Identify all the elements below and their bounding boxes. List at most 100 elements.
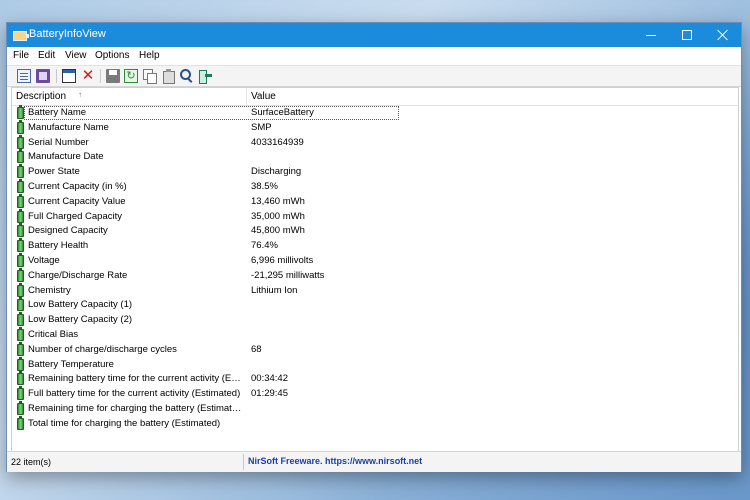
- toolbar-separator: [56, 69, 57, 83]
- list-item[interactable]: Low Battery Capacity (2): [12, 312, 738, 328]
- list-item[interactable]: Remaining time for charging the battery …: [12, 400, 738, 417]
- column-header-value[interactable]: Value: [251, 91, 276, 102]
- value-cell: 00:34:42: [251, 373, 288, 385]
- menu-options[interactable]: Options: [95, 50, 129, 61]
- html-report-icon[interactable]: [36, 69, 50, 83]
- list-item[interactable]: Current Capacity Value 13,460 mWh: [12, 193, 738, 210]
- list-item[interactable]: Manufacture Date: [12, 149, 738, 165]
- list-item[interactable]: Designed Capacity 45,800 mWh: [12, 223, 738, 239]
- status-bar: 22 item(s) NirSoft Freeware. https://www…: [7, 451, 741, 472]
- list-item[interactable]: Charge/Discharge Rate -21,295 milliwatts: [12, 267, 738, 284]
- sort-arrow-icon: ↑: [78, 90, 82, 99]
- list-item[interactable]: Total time for charging the battery (Est…: [12, 415, 738, 432]
- properties-icon[interactable]: [17, 69, 31, 83]
- description-cell: Full Charged Capacity: [28, 210, 122, 222]
- list-item[interactable]: Number of charge/discharge cycles 68: [12, 341, 738, 358]
- toolbar-separator: [100, 69, 101, 83]
- battery-icon: [17, 297, 24, 312]
- list-item[interactable]: Full Charged Capacity 35,000 mWh: [12, 208, 738, 225]
- value-cell: 35,000 mWh: [251, 210, 305, 222]
- description-cell: Remaining battery time for the current a…: [28, 373, 244, 385]
- toolbar: ✕ ↻: [7, 65, 741, 87]
- list-item[interactable]: Power State Discharging: [12, 164, 738, 180]
- close-icon: [717, 29, 729, 41]
- value-cell: 6,996 millivolts: [251, 254, 314, 266]
- description-cell: Charge/Discharge Rate: [28, 269, 128, 281]
- nirsoft-link[interactable]: NirSoft Freeware. https://www.nirsoft.ne…: [248, 456, 422, 466]
- battery-icon: [17, 326, 24, 341]
- battery-icon: [17, 193, 24, 208]
- value-cell: SurfaceBattery: [251, 107, 314, 118]
- list-item[interactable]: Chemistry Lithium Ion: [12, 282, 738, 299]
- list-item[interactable]: Voltage 6,996 millivolts: [12, 252, 738, 269]
- list-item[interactable]: Current Capacity (in %) 38.5%: [12, 178, 738, 195]
- description-cell: Voltage: [28, 254, 60, 266]
- exit-icon[interactable]: [198, 69, 212, 84]
- list-item[interactable]: Manufacture Name SMP: [12, 119, 738, 136]
- battery-app-icon: [13, 31, 29, 41]
- list-item[interactable]: Full battery time for the current activi…: [12, 386, 738, 402]
- menu-edit[interactable]: Edit: [38, 50, 55, 61]
- delete-icon[interactable]: ✕: [81, 68, 95, 83]
- menu-bar: File Edit View Options Help: [7, 47, 741, 65]
- paste-icon[interactable]: [162, 69, 176, 84]
- description-cell: Number of charge/discharge cycles: [28, 343, 177, 355]
- battery-icon: [17, 312, 24, 327]
- battery-icon: [17, 134, 24, 149]
- battery-icon: [17, 282, 24, 297]
- list-item[interactable]: Remaining battery time for the current a…: [12, 371, 738, 387]
- column-header-description[interactable]: Description: [16, 91, 66, 102]
- value-cell: -21,295 milliwatts: [251, 269, 325, 281]
- list-item[interactable]: Battery Health 76.4%: [12, 238, 738, 254]
- find-icon[interactable]: [180, 69, 194, 83]
- description-cell: Remaining time for charging the battery …: [28, 402, 244, 414]
- maximize-button[interactable]: [669, 23, 705, 47]
- save-icon[interactable]: [106, 69, 120, 83]
- window-icon[interactable]: [62, 69, 76, 83]
- battery-icon: [17, 105, 24, 119]
- refresh-icon[interactable]: ↻: [124, 69, 138, 83]
- list-item[interactable]: Battery Temperature: [12, 356, 738, 373]
- description-cell: Chemistry: [28, 284, 71, 296]
- description-cell: Designed Capacity: [28, 225, 108, 237]
- list-header: Description ↑ Value: [12, 88, 738, 106]
- description-cell: Serial Number: [28, 136, 89, 148]
- description-cell: Critical Bias: [28, 328, 79, 340]
- description-cell: Manufacture Name: [28, 121, 109, 133]
- description-cell: Power State: [28, 166, 80, 178]
- menu-view[interactable]: View: [65, 50, 87, 61]
- battery-icon: [17, 223, 24, 238]
- value-cell: 45,800 mWh: [251, 225, 305, 237]
- app-window: BatteryInfoView File Edit View Options H…: [6, 22, 742, 472]
- window-title: BatteryInfoView: [29, 28, 106, 40]
- description-cell: Current Capacity Value: [28, 195, 126, 207]
- menu-file[interactable]: File: [13, 50, 29, 61]
- battery-icon: [17, 341, 24, 356]
- battery-icon: [17, 386, 24, 401]
- description-cell: Total time for charging the battery (Est…: [28, 417, 221, 429]
- copy-icon[interactable]: [143, 69, 157, 84]
- close-button[interactable]: [705, 23, 741, 47]
- value-cell: 4033164939: [251, 136, 304, 148]
- battery-icon: [17, 356, 24, 371]
- value-cell: 68: [251, 343, 262, 355]
- value-cell: 38.5%: [251, 180, 278, 192]
- status-separator: [243, 454, 244, 470]
- battery-icon: [17, 208, 24, 223]
- list-item[interactable]: Low Battery Capacity (1): [12, 297, 738, 313]
- column-divider[interactable]: [246, 88, 247, 105]
- battery-icon: [17, 371, 24, 386]
- menu-help[interactable]: Help: [139, 50, 160, 61]
- list-item[interactable]: Critical Bias: [12, 326, 738, 343]
- description-cell: Low Battery Capacity (2): [28, 314, 133, 326]
- minimize-button[interactable]: [633, 23, 669, 47]
- list-item[interactable]: Battery Name SurfaceBattery: [12, 105, 738, 121]
- list-item[interactable]: Serial Number 4033164939: [12, 134, 738, 151]
- battery-info-list[interactable]: Description ↑ Value Battery Name SurfaceB…: [11, 87, 739, 471]
- battery-icon: [17, 238, 24, 253]
- value-cell: 13,460 mWh: [251, 195, 305, 207]
- description-cell: Current Capacity (in %): [28, 180, 127, 192]
- description-cell: Battery Name: [28, 107, 87, 118]
- title-bar[interactable]: BatteryInfoView: [7, 23, 741, 47]
- battery-icon: [17, 267, 24, 282]
